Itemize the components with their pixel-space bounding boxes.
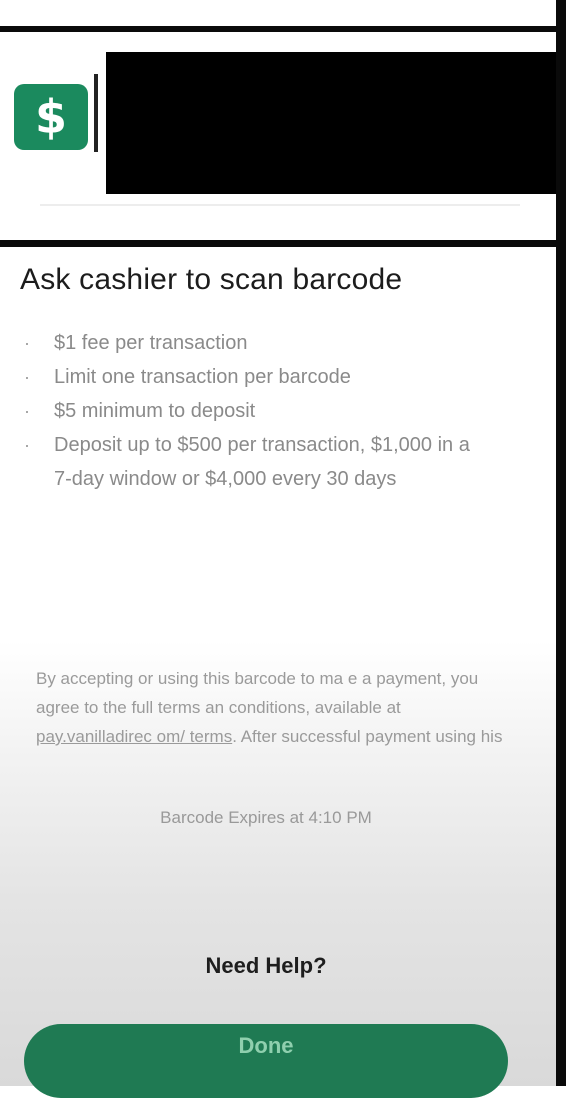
list-item-text: Deposit up to $500 per transaction, $1,0… (54, 434, 470, 490)
bullet-icon: · (24, 401, 30, 421)
list-item: · $5 minimum to deposit (20, 394, 500, 428)
cash-app-icon: $ (14, 84, 88, 150)
list-item-text: $5 minimum to deposit (54, 400, 256, 422)
list-item: · Deposit up to $500 per transaction, $1… (20, 428, 500, 496)
list-item: · Limit one transaction per barcode (20, 360, 500, 394)
list-item-text: $1 fee per transaction (54, 332, 248, 354)
disclaimer-text: By accepting or using this barcode to ma… (36, 669, 479, 717)
done-button[interactable]: Done (24, 1024, 508, 1098)
barcode-expiry-text: Barcode Expires at 4:10 PM (160, 808, 372, 827)
bullet-icon: · (24, 333, 30, 353)
list-item: · $1 fee per transaction (20, 326, 500, 360)
fee-info-list: · $1 fee per transaction · Limit one tra… (20, 326, 500, 496)
right-frame-edge (556, 0, 566, 1086)
page-title: Ask cashier to scan barcode (20, 263, 403, 296)
card-separator (40, 204, 520, 206)
sheet-divider (0, 240, 566, 247)
terms-link[interactable]: pay.vanilladirec om/ terms (36, 727, 232, 746)
list-item-text: Limit one transaction per barcode (54, 366, 351, 388)
terms-disclaimer: By accepting or using this barcode to ma… (36, 664, 506, 751)
text-cursor (94, 74, 98, 152)
bullet-icon: · (24, 367, 30, 387)
need-help-link[interactable]: Need Help? (0, 953, 532, 979)
redacted-merchant-info (106, 52, 566, 194)
dollar-icon: $ (34, 90, 67, 144)
bullet-icon: · (24, 435, 30, 455)
disclaimer-text-end: . After successful payment using his (232, 727, 503, 746)
